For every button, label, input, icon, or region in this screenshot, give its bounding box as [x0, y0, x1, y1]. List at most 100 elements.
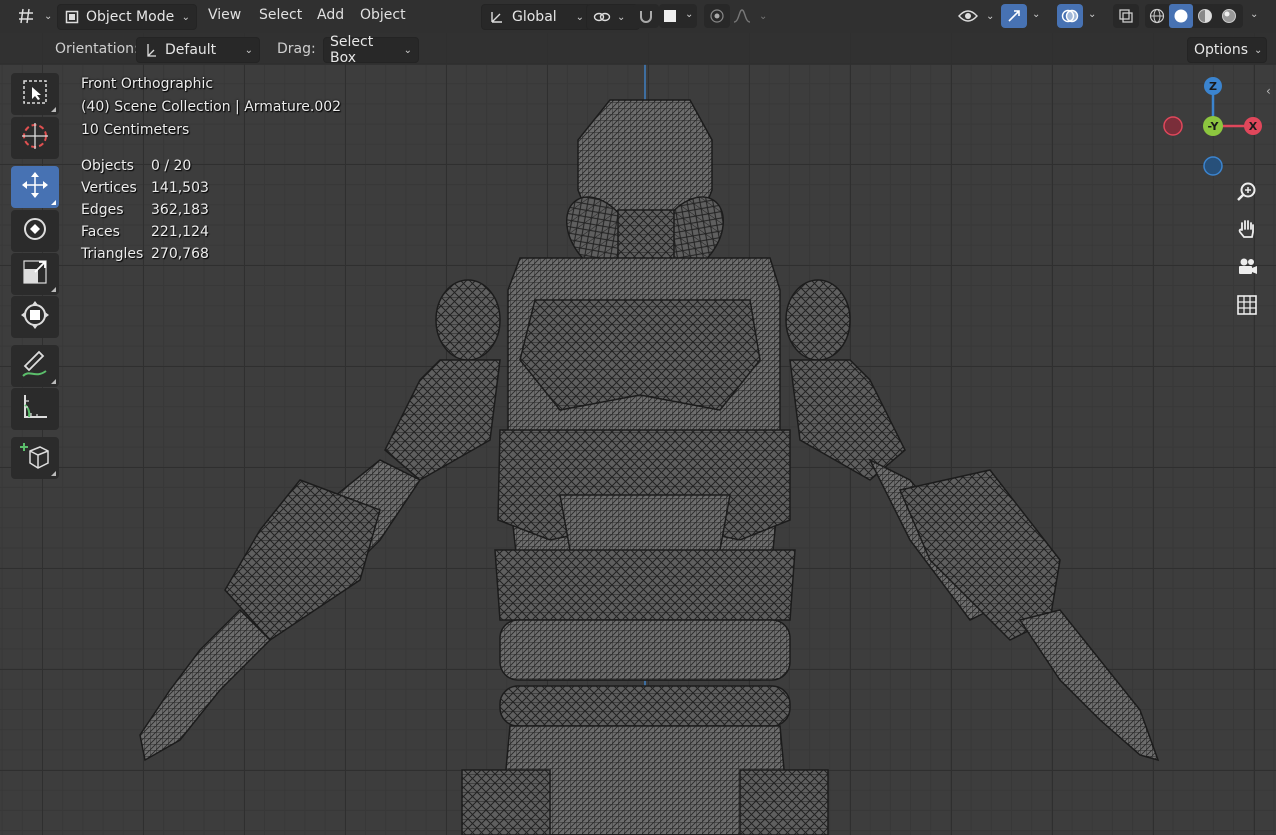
stat-value-faces: 221,124 [151, 224, 209, 240]
transform-orientation-dropdown[interactable]: Global ⌄ [481, 4, 591, 30]
gizmo-y-label: -Y [1208, 120, 1220, 133]
rotate-icon [20, 214, 50, 248]
tool-add-cube[interactable] [11, 437, 59, 479]
mode-dropdown[interactable]: Object Mode ⌄ [57, 4, 197, 30]
navigation-gizmo[interactable]: Z X -Y [1158, 72, 1268, 182]
rendered-shading-icon[interactable] [1217, 4, 1241, 28]
chevron-down-icon: ⌄ [1254, 44, 1263, 56]
grid-scale: 10 Centimeters [81, 122, 190, 138]
chevron-down-icon: ⌄ [617, 11, 626, 23]
chevron-down-icon: ⌄ [44, 10, 53, 22]
stat-value-triangles: 270,768 [151, 246, 209, 262]
tool-select-box[interactable] [11, 73, 59, 115]
orientation-gizmo-icon [143, 38, 159, 62]
overlay-circles-icon [1057, 4, 1083, 28]
solid-shading-icon[interactable] [1169, 4, 1193, 28]
scale-icon [21, 258, 49, 290]
add-cube-icon [20, 441, 50, 475]
shading-mode-group [1145, 4, 1243, 28]
pivot-point-dropdown[interactable]: ⌄ [586, 4, 640, 30]
overlays-toggle[interactable] [1057, 4, 1083, 28]
zoom-icon [1236, 181, 1258, 207]
tool-cursor[interactable] [11, 117, 59, 159]
gizmo-neg-z[interactable] [1203, 156, 1223, 176]
armature-wireframe-model[interactable] [0, 0, 1276, 835]
tool-transform[interactable] [11, 296, 59, 338]
magnet-icon [633, 4, 659, 28]
annotate-icon [20, 349, 50, 383]
orientation-axes-icon [488, 5, 506, 29]
drag-dropdown[interactable]: Select Box ⌄ [323, 34, 419, 66]
chevron-down-icon: ⌄ [244, 44, 253, 56]
proportional-edit-icon [704, 4, 730, 28]
snap-toggle[interactable] [633, 4, 659, 28]
object-mode-icon [64, 5, 80, 29]
chevron-down-icon: ⌄ [181, 11, 190, 23]
ortho-toggle-button[interactable] [1231, 291, 1263, 323]
select-box-icon [22, 79, 48, 109]
stat-value-edges: 362,183 [151, 202, 209, 218]
falloff-dropdown[interactable]: ⌄ [731, 4, 769, 28]
tool-move[interactable] [11, 166, 59, 208]
view-name: Front Orthographic [81, 76, 214, 92]
chevron-down-icon: ⌄ [759, 10, 768, 22]
zoom-button[interactable] [1231, 178, 1263, 210]
stat-label-edges: Edges [81, 202, 124, 218]
viewport-header: ⌄ Object Mode ⌄ View Select Add Object G… [0, 0, 1276, 33]
menu-select[interactable]: Select [259, 7, 302, 23]
tool-measure[interactable] [11, 388, 59, 430]
stat-label-triangles: Triangles [81, 246, 144, 262]
gizmo-toggle[interactable] [1001, 4, 1027, 28]
options-dropdown[interactable]: Options ⌄ [1187, 37, 1267, 63]
stat-label-objects: Objects [81, 158, 134, 174]
measure-icon [21, 393, 49, 425]
pan-button[interactable] [1231, 215, 1263, 247]
hand-icon [1236, 218, 1258, 244]
stat-label-faces: Faces [81, 224, 120, 240]
camera-icon [1236, 256, 1258, 282]
menu-view[interactable]: View [208, 7, 241, 23]
xray-icon [1113, 4, 1139, 28]
gizmo-z-label: Z [1209, 80, 1217, 93]
drag-value: Select Box [330, 34, 374, 66]
gizmo-neg-x[interactable] [1163, 116, 1183, 136]
chevron-down-icon[interactable]: ⌄ [1032, 9, 1040, 20]
camera-view-button[interactable] [1231, 253, 1263, 285]
menu-add[interactable]: Add [317, 7, 344, 23]
mode-label: Object Mode [86, 9, 175, 25]
xray-toggle[interactable] [1113, 4, 1139, 28]
orientation-dropdown[interactable]: Default ⌄ [136, 37, 260, 63]
move-icon [20, 170, 50, 204]
square-icon [659, 4, 681, 28]
tool-annotate[interactable] [11, 345, 59, 387]
transform-icon [20, 300, 50, 334]
stat-value-vertices: 141,503 [151, 180, 209, 196]
menu-object[interactable]: Object [360, 7, 406, 23]
chevron-down-icon[interactable]: ⌄ [1250, 9, 1258, 20]
orientation-label: Global [512, 9, 557, 25]
editor-type-button[interactable]: ⌄ [14, 4, 52, 28]
link-icon [593, 5, 611, 29]
options-label: Options [1194, 42, 1249, 58]
tool-rotate[interactable] [11, 210, 59, 252]
chevron-down-icon: ⌄ [403, 44, 412, 56]
chevron-down-icon[interactable]: ⌄ [1088, 9, 1096, 20]
tool-scale[interactable] [11, 253, 59, 295]
gizmo-x-label: X [1249, 120, 1258, 133]
stat-value-objects: 0 / 20 [151, 158, 192, 174]
falloff-curve-icon [731, 4, 753, 28]
visibility-dropdown[interactable]: ⌄ [956, 4, 996, 28]
drag-label: Drag: [277, 41, 316, 57]
orientation-label: Orientation: [55, 41, 139, 57]
gizmo-arrows-icon [1001, 4, 1027, 28]
grid-icon [1236, 294, 1258, 320]
chevron-down-icon: ⌄ [575, 11, 584, 23]
collection-name: (40) Scene Collection | Armature.002 [81, 99, 342, 115]
orientation-value: Default [165, 42, 217, 58]
snap-target-dropdown[interactable]: ⌄ [659, 4, 697, 28]
wireframe-shading-icon[interactable] [1145, 4, 1169, 28]
material-shading-icon[interactable] [1193, 4, 1217, 28]
proportional-edit-toggle[interactable] [704, 4, 730, 28]
chevron-down-icon: ⌄ [685, 9, 694, 20]
sidebar-toggle-icon[interactable]: ‹ [1266, 84, 1271, 98]
